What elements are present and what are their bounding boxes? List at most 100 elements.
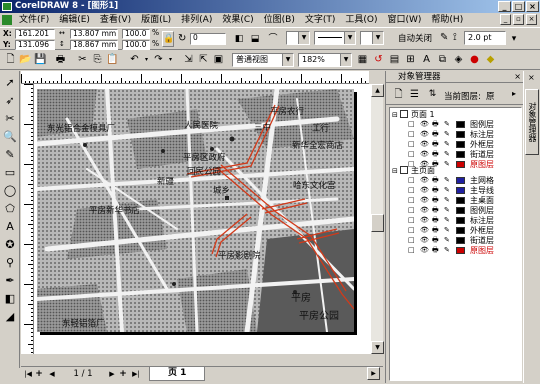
layer-row[interactable]: □ 👁 🖶 ✎ 图例层	[408, 206, 520, 215]
outline-tool-icon[interactable]: ✒	[2, 273, 18, 288]
outline-width-dropdown[interactable]: 2.0 pt	[464, 31, 506, 45]
print-icon[interactable]: 🖶	[432, 236, 439, 245]
document-icon[interactable]	[2, 15, 12, 25]
edit-pencil-icon[interactable]: ✎	[444, 246, 450, 255]
layer-manager-view-icon[interactable]: ☰	[408, 88, 421, 101]
layer-row[interactable]: □ 👁 🖶 ✎ 主桌面	[408, 196, 520, 205]
object-manager-icon[interactable]: ▤	[388, 53, 401, 66]
visibility-eye-icon[interactable]: 👁	[420, 246, 429, 255]
scroll-thumb[interactable]	[371, 214, 384, 232]
layer-color-swatch[interactable]	[456, 237, 465, 244]
ellipse-tool-icon[interactable]: ◯	[2, 183, 18, 198]
drawing-canvas[interactable]: 平房农行 人民医院 工行 三中 新华全宏商店 东光铝合金模具厂 平房区政府 回民…	[34, 84, 370, 354]
print-icon[interactable]: 🖶	[432, 216, 439, 225]
layer-row[interactable]: □ 👁 🖶 ✎ 主网格	[408, 176, 520, 185]
zoom-tool-icon[interactable]: 🔍	[2, 129, 18, 144]
corel-tutor-icon[interactable]: ●	[468, 53, 481, 66]
symbols-icon[interactable]: ⧉	[436, 53, 449, 66]
menu-bitmaps[interactable]: 位图(B)	[259, 13, 300, 27]
edit-pencil-icon[interactable]: ✎	[444, 140, 450, 149]
layer-color-swatch[interactable]	[456, 161, 465, 168]
doc-restore-button[interactable]: ▫	[513, 14, 524, 25]
visibility-eye-icon[interactable]: 👁	[420, 226, 429, 235]
auto-close-button[interactable]: 自动关闭	[394, 31, 436, 47]
edit-pencil-icon[interactable]: ✎	[444, 226, 450, 235]
layer-color-swatch[interactable]	[456, 187, 465, 194]
edit-across-layers-icon[interactable]: ⇅	[426, 88, 439, 101]
x-position-field[interactable]: 161.201	[15, 29, 55, 39]
scroll-up-button[interactable]: ▲	[371, 84, 384, 97]
copy-icon[interactable]: ⎘	[91, 53, 104, 66]
edit-pencil-icon[interactable]: ✎	[444, 160, 450, 169]
app-icon[interactable]	[2, 2, 12, 11]
visibility-eye-icon[interactable]: 👁	[420, 120, 429, 129]
y-position-field[interactable]: 131.096	[15, 40, 55, 50]
edit-pencil-icon[interactable]: ✎	[444, 120, 450, 129]
add-page-after-button[interactable]: +	[118, 368, 128, 380]
docker-close-icon[interactable]: ×	[514, 71, 521, 83]
layer-color-swatch[interactable]	[456, 121, 465, 128]
menu-effects[interactable]: 效果(C)	[217, 13, 258, 27]
edit-pencil-icon[interactable]: ✎	[444, 196, 450, 205]
visibility-eye-icon[interactable]: 👁	[420, 206, 429, 215]
layer-row[interactable]: □ 👁 🖶 ✎ 街道层	[408, 150, 520, 159]
prev-page-button[interactable]: ◀	[47, 368, 57, 380]
zoom-dropdown[interactable]: 182% ▼	[298, 53, 352, 67]
layer-color-swatch[interactable]	[456, 207, 465, 214]
print-icon[interactable]: 🖶	[432, 140, 439, 149]
layer-color-swatch[interactable]	[456, 197, 465, 204]
new-layer-icon[interactable]: 🗋	[392, 88, 405, 101]
visibility-eye-icon[interactable]: 👁	[420, 186, 429, 195]
visibility-eye-icon[interactable]: 👁	[420, 140, 429, 149]
interactive-tool-icon[interactable]: ✪	[2, 237, 18, 252]
menu-layout[interactable]: 版面(L)	[136, 13, 176, 27]
export-icon[interactable]: ⇱	[197, 53, 210, 66]
layer-row[interactable]: □ 👁 🖶 ✎ 外框层	[408, 226, 520, 235]
layer-color-swatch[interactable]	[456, 217, 465, 224]
mirror-horizontal-icon[interactable]: ◧	[232, 31, 246, 47]
collapse-icon[interactable]: ⊟	[392, 111, 398, 119]
print-icon[interactable]: 🖶	[432, 186, 439, 195]
menu-help[interactable]: 帮助(H)	[426, 13, 468, 27]
page-tab[interactable]: 页 1	[149, 367, 206, 381]
fill-tool-icon[interactable]: ◧	[2, 291, 18, 306]
menu-edit[interactable]: 编辑(E)	[54, 13, 95, 27]
snap-to-grid-icon[interactable]: ▦	[356, 53, 369, 66]
close-button[interactable]: ×	[526, 1, 539, 12]
outline-dropdown-arrow[interactable]: ▾	[508, 31, 520, 47]
layer-row[interactable]: □ 👁 🖶 ✎ 图例层	[408, 120, 520, 129]
scale-y-field[interactable]: 100.0	[122, 40, 150, 50]
object-manager-tab[interactable]: 对象管理器	[525, 89, 539, 155]
menu-arrange[interactable]: 排列(A)	[176, 13, 217, 27]
next-page-button[interactable]: ▶	[107, 368, 117, 380]
import-icon[interactable]: ⇲	[182, 53, 195, 66]
print-icon[interactable]: 🖶	[432, 176, 439, 185]
open-icon[interactable]: 📂	[19, 53, 32, 66]
print-icon[interactable]: 🖶	[432, 206, 439, 215]
edit-pencil-icon[interactable]: ✎	[444, 216, 450, 225]
minimize-button[interactable]: _	[498, 1, 511, 12]
visibility-eye-icon[interactable]: 👁	[420, 196, 429, 205]
polygon-tool-icon[interactable]: ⬠	[2, 201, 18, 216]
visibility-eye-icon[interactable]: 👁	[420, 150, 429, 159]
interactive-fill-icon[interactable]: ◢	[2, 309, 18, 324]
print-icon[interactable]: 🖶	[432, 120, 439, 129]
maximize-button[interactable]: □	[512, 1, 525, 12]
shape-tool-icon[interactable]: ➶	[2, 93, 18, 108]
menu-text[interactable]: 文字(T)	[300, 13, 341, 27]
print-icon[interactable]: 🖶	[432, 196, 439, 205]
edit-pencil-icon[interactable]: ✎	[444, 206, 450, 215]
transform-icon[interactable]: ⊞	[404, 53, 417, 66]
cut-icon[interactable]: ✂	[76, 53, 89, 66]
edit-pencil-icon[interactable]: ✎	[444, 236, 450, 245]
doc-close-button[interactable]: ×	[526, 14, 537, 25]
last-page-button[interactable]: ▶|	[129, 368, 143, 380]
scroll-down-button[interactable]: ▼	[371, 341, 384, 354]
tree-node-page1[interactable]: ⊟ 页面 1	[392, 110, 435, 119]
layer-row[interactable]: □ 👁 🖶 ✎ 原图层	[408, 246, 520, 255]
menu-tools[interactable]: 工具(O)	[340, 13, 382, 27]
first-page-button[interactable]: |◀	[23, 368, 33, 380]
visibility-eye-icon[interactable]: 👁	[420, 236, 429, 245]
print-icon[interactable]: 🖶	[432, 246, 439, 255]
arrow-start-dropdown[interactable]: ▼	[286, 31, 310, 45]
